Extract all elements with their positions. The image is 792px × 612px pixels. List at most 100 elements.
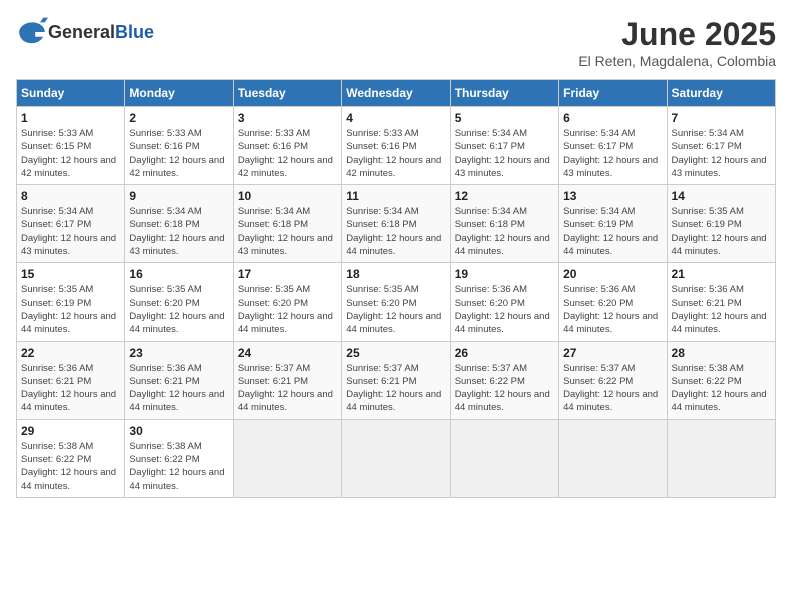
- calendar-day-cell: 18 Sunrise: 5:35 AM Sunset: 6:20 PM Dayli…: [342, 263, 450, 341]
- day-number: 20: [563, 267, 662, 281]
- logo-icon: [16, 16, 48, 48]
- day-number: 1: [21, 111, 120, 125]
- calendar-day-cell: 27 Sunrise: 5:37 AM Sunset: 6:22 PM Dayli…: [559, 341, 667, 419]
- day-info: Sunrise: 5:34 AM Sunset: 6:18 PM Dayligh…: [129, 205, 228, 258]
- logo: GeneralBlue: [16, 16, 154, 48]
- day-number: 21: [672, 267, 771, 281]
- calendar-day-cell: 2Sunrise: 5:33 AM Sunset: 6:16 PM Daylig…: [125, 107, 233, 185]
- calendar-day-cell: 5 Sunrise: 5:34 AM Sunset: 6:17 PM Daylig…: [450, 107, 558, 185]
- calendar-day-cell: 17 Sunrise: 5:35 AM Sunset: 6:20 PM Dayli…: [233, 263, 341, 341]
- day-info: Sunrise: 5:36 AM Sunset: 6:21 PM Dayligh…: [21, 362, 120, 415]
- day-info: Sunrise: 5:33 AM Sunset: 6:16 PM Dayligh…: [238, 127, 337, 180]
- calendar-day-cell: 9 Sunrise: 5:34 AM Sunset: 6:18 PM Daylig…: [125, 185, 233, 263]
- day-number: 23: [129, 346, 228, 360]
- logo-blue: Blue: [115, 22, 154, 42]
- calendar-day-cell: 3 Sunrise: 5:33 AM Sunset: 6:16 PM Daylig…: [233, 107, 341, 185]
- weekday-header-monday: Monday: [125, 80, 233, 107]
- day-info: Sunrise: 5:38 AM Sunset: 6:22 PM Dayligh…: [129, 440, 228, 493]
- day-number: 10: [238, 189, 337, 203]
- day-number: 24: [238, 346, 337, 360]
- day-number: 9: [129, 189, 228, 203]
- day-info: Sunrise: 5:36 AM Sunset: 6:21 PM Dayligh…: [129, 362, 228, 415]
- page-header: GeneralBlue June 2025 El Reten, Magdalen…: [16, 16, 776, 69]
- weekday-header-tuesday: Tuesday: [233, 80, 341, 107]
- day-number: 16: [129, 267, 228, 281]
- day-info: Sunrise: 5:35 AM Sunset: 6:20 PM Dayligh…: [129, 283, 228, 336]
- day-info: Sunrise: 5:37 AM Sunset: 6:21 PM Dayligh…: [346, 362, 445, 415]
- day-number: 4: [346, 111, 445, 125]
- day-number: 29: [21, 424, 120, 438]
- day-info: Sunrise: 5:35 AM Sunset: 6:19 PM Dayligh…: [21, 283, 120, 336]
- calendar-day-cell: 14 Sunrise: 5:35 AM Sunset: 6:19 PM Dayli…: [667, 185, 775, 263]
- day-info: Sunrise: 5:38 AM Sunset: 6:22 PM Dayligh…: [21, 440, 120, 493]
- calendar-week-row: 29 Sunrise: 5:38 AM Sunset: 6:22 PM Dayli…: [17, 419, 776, 497]
- day-number: 3: [238, 111, 337, 125]
- calendar-week-row: 1Sunrise: 5:33 AM Sunset: 6:15 PM Daylig…: [17, 107, 776, 185]
- calendar-day-cell: 1Sunrise: 5:33 AM Sunset: 6:15 PM Daylig…: [17, 107, 125, 185]
- day-number: 28: [672, 346, 771, 360]
- day-number: 6: [563, 111, 662, 125]
- calendar-day-cell: 8 Sunrise: 5:34 AM Sunset: 6:17 PM Daylig…: [17, 185, 125, 263]
- calendar-table: SundayMondayTuesdayWednesdayThursdayFrid…: [16, 79, 776, 498]
- day-info: Sunrise: 5:34 AM Sunset: 6:17 PM Dayligh…: [21, 205, 120, 258]
- day-info: Sunrise: 5:35 AM Sunset: 6:20 PM Dayligh…: [238, 283, 337, 336]
- day-info: Sunrise: 5:34 AM Sunset: 6:17 PM Dayligh…: [455, 127, 554, 180]
- calendar-day-cell: 16 Sunrise: 5:35 AM Sunset: 6:20 PM Dayli…: [125, 263, 233, 341]
- calendar-day-cell: 4 Sunrise: 5:33 AM Sunset: 6:16 PM Daylig…: [342, 107, 450, 185]
- calendar-day-cell: [667, 419, 775, 497]
- day-info: Sunrise: 5:34 AM Sunset: 6:18 PM Dayligh…: [238, 205, 337, 258]
- calendar-day-cell: [559, 419, 667, 497]
- calendar-day-cell: [233, 419, 341, 497]
- calendar-header-row: SundayMondayTuesdayWednesdayThursdayFrid…: [17, 80, 776, 107]
- day-number: 13: [563, 189, 662, 203]
- calendar-day-cell: 30 Sunrise: 5:38 AM Sunset: 6:22 PM Dayli…: [125, 419, 233, 497]
- calendar-day-cell: 20Sunrise: 5:36 AM Sunset: 6:20 PM Dayli…: [559, 263, 667, 341]
- calendar-day-cell: 29 Sunrise: 5:38 AM Sunset: 6:22 PM Dayli…: [17, 419, 125, 497]
- calendar-day-cell: 23 Sunrise: 5:36 AM Sunset: 6:21 PM Dayli…: [125, 341, 233, 419]
- day-info: Sunrise: 5:36 AM Sunset: 6:21 PM Dayligh…: [672, 283, 771, 336]
- calendar-day-cell: 24Sunrise: 5:37 AM Sunset: 6:21 PM Dayli…: [233, 341, 341, 419]
- day-info: Sunrise: 5:37 AM Sunset: 6:22 PM Dayligh…: [455, 362, 554, 415]
- calendar-week-row: 22 Sunrise: 5:36 AM Sunset: 6:21 PM Dayli…: [17, 341, 776, 419]
- day-number: 18: [346, 267, 445, 281]
- weekday-header-friday: Friday: [559, 80, 667, 107]
- day-info: Sunrise: 5:34 AM Sunset: 6:17 PM Dayligh…: [563, 127, 662, 180]
- day-number: 5: [455, 111, 554, 125]
- weekday-header-thursday: Thursday: [450, 80, 558, 107]
- day-number: 17: [238, 267, 337, 281]
- day-number: 30: [129, 424, 228, 438]
- day-number: 8: [21, 189, 120, 203]
- day-info: Sunrise: 5:34 AM Sunset: 6:17 PM Dayligh…: [672, 127, 771, 180]
- calendar-day-cell: 12 Sunrise: 5:34 AM Sunset: 6:18 PM Dayli…: [450, 185, 558, 263]
- day-info: Sunrise: 5:34 AM Sunset: 6:18 PM Dayligh…: [346, 205, 445, 258]
- calendar-day-cell: 10 Sunrise: 5:34 AM Sunset: 6:18 PM Dayli…: [233, 185, 341, 263]
- calendar-day-cell: 19Sunrise: 5:36 AM Sunset: 6:20 PM Dayli…: [450, 263, 558, 341]
- day-number: 25: [346, 346, 445, 360]
- day-info: Sunrise: 5:34 AM Sunset: 6:19 PM Dayligh…: [563, 205, 662, 258]
- calendar-day-cell: 21 Sunrise: 5:36 AM Sunset: 6:21 PM Dayli…: [667, 263, 775, 341]
- day-number: 15: [21, 267, 120, 281]
- day-info: Sunrise: 5:34 AM Sunset: 6:18 PM Dayligh…: [455, 205, 554, 258]
- day-number: 11: [346, 189, 445, 203]
- location-title: El Reten, Magdalena, Colombia: [578, 53, 776, 69]
- day-info: Sunrise: 5:37 AM Sunset: 6:22 PM Dayligh…: [563, 362, 662, 415]
- weekday-header-wednesday: Wednesday: [342, 80, 450, 107]
- calendar-day-cell: 15 Sunrise: 5:35 AM Sunset: 6:19 PM Dayli…: [17, 263, 125, 341]
- calendar-day-cell: 6 Sunrise: 5:34 AM Sunset: 6:17 PM Daylig…: [559, 107, 667, 185]
- day-number: 27: [563, 346, 662, 360]
- month-title: June 2025: [578, 16, 776, 53]
- day-info: Sunrise: 5:33 AM Sunset: 6:16 PM Dayligh…: [346, 127, 445, 180]
- calendar-day-cell: 28 Sunrise: 5:38 AM Sunset: 6:22 PM Dayli…: [667, 341, 775, 419]
- day-number: 22: [21, 346, 120, 360]
- calendar-week-row: 8 Sunrise: 5:34 AM Sunset: 6:17 PM Daylig…: [17, 185, 776, 263]
- logo-general: General: [48, 22, 115, 42]
- calendar-day-cell: 25 Sunrise: 5:37 AM Sunset: 6:21 PM Dayli…: [342, 341, 450, 419]
- day-info: Sunrise: 5:38 AM Sunset: 6:22 PM Dayligh…: [672, 362, 771, 415]
- day-number: 26: [455, 346, 554, 360]
- day-number: 14: [672, 189, 771, 203]
- day-info: Sunrise: 5:35 AM Sunset: 6:19 PM Dayligh…: [672, 205, 771, 258]
- day-number: 7: [672, 111, 771, 125]
- weekday-header-sunday: Sunday: [17, 80, 125, 107]
- day-info: Sunrise: 5:35 AM Sunset: 6:20 PM Dayligh…: [346, 283, 445, 336]
- day-number: 12: [455, 189, 554, 203]
